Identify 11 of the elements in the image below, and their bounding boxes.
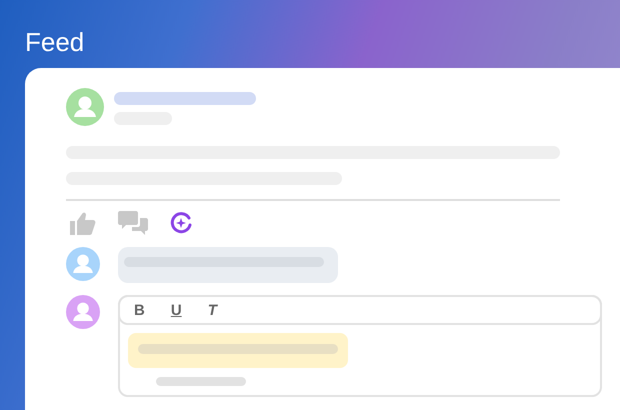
avatar-icon (66, 295, 100, 329)
avatar-icon (66, 247, 100, 281)
reply-editor[interactable]: B U T (118, 295, 602, 397)
comment-icon[interactable] (118, 211, 148, 235)
page-title: Feed (25, 27, 84, 57)
sparkle-circle-icon[interactable] (170, 212, 192, 234)
avatar-icon (66, 88, 104, 126)
format-button[interactable]: U (168, 302, 184, 318)
format-button[interactable]: T (206, 302, 219, 318)
format-button[interactable]: B (132, 302, 147, 318)
thumbs-up-icon[interactable] (70, 211, 96, 235)
